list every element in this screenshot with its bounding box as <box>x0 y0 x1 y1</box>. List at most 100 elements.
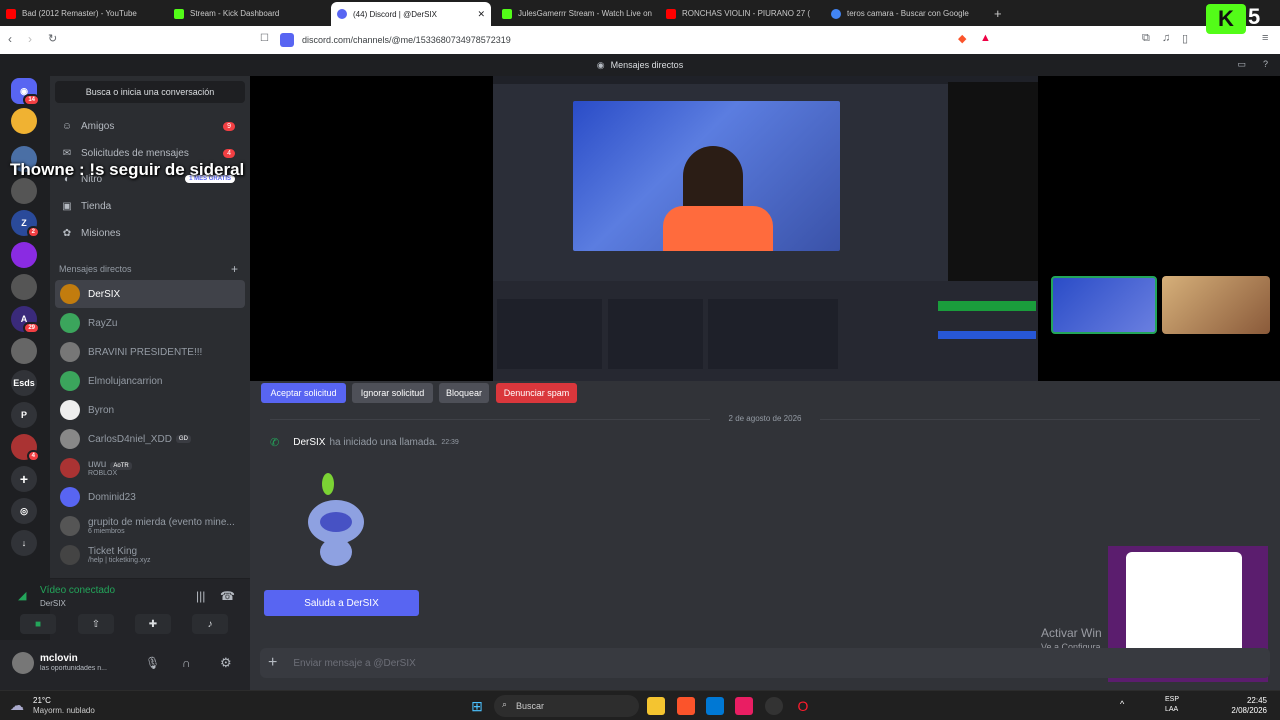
explore-icon[interactable]: ◎ <box>11 498 37 524</box>
nav-friends[interactable]: ☺ Amigos 9 <box>55 114 245 138</box>
media-icon[interactable]: ♫ <box>1162 32 1170 44</box>
app-icon[interactable] <box>735 697 753 715</box>
bookmark-icon[interactable]: ☐ <box>260 33 269 44</box>
avatar[interactable] <box>12 652 34 674</box>
outlook-icon[interactable] <box>706 697 724 715</box>
caller-name[interactable]: DerSIX <box>293 437 325 448</box>
brave-rewards-icon[interactable]: ▲ <box>980 32 991 44</box>
browser-tab[interactable]: teros camara - Buscar con Google <box>825 3 985 24</box>
avatar <box>60 313 80 333</box>
disconnect-icon[interactable]: ☎ <box>220 589 235 603</box>
avatar <box>60 516 80 536</box>
browser-tab[interactable]: RONCHAS VIOLIN - PIURANO 27 ( <box>660 3 820 24</box>
create-dm-icon[interactable]: + <box>231 262 238 276</box>
report-spam-button[interactable]: Denunciar spam <box>496 383 577 403</box>
microphone-icon[interactable]: 🎙 <box>145 656 160 670</box>
wave-button[interactable]: Saluda a DerSIX <box>264 590 419 616</box>
accept-request-button[interactable]: Aceptar solicitud <box>261 383 346 403</box>
dm-item[interactable]: BRAVINI PRESIDENTE!!! <box>55 338 245 366</box>
server-icon[interactable] <box>11 274 37 300</box>
forward-icon[interactable]: › <box>28 32 32 46</box>
obs-docks <box>493 281 1038 381</box>
dm-item[interactable]: Byron <box>55 396 245 424</box>
server-icon[interactable]: 4 <box>11 434 40 462</box>
browser-tab[interactable]: Stream - Kick Dashboard <box>168 3 328 24</box>
language-indicator[interactable]: LAA <box>1165 706 1178 713</box>
inbox-icon[interactable]: ▭ <box>1237 59 1246 70</box>
nav-shop[interactable]: ▣ Tienda <box>55 194 245 218</box>
avatar <box>60 284 80 304</box>
settings-icon[interactable]: ⚙ <box>220 655 232 671</box>
video-tile-dersix[interactable] <box>1162 276 1270 334</box>
webcam-preview <box>573 101 840 251</box>
kick-badge-count: 5 <box>1248 4 1261 29</box>
opera-icon[interactable]: O <box>794 697 812 715</box>
dm-item-dersix[interactable]: DerSIX <box>55 280 245 308</box>
dm-item-group[interactable]: grupito de mierda (evento mine... 6 miemb… <box>55 512 245 540</box>
help-icon[interactable]: ? <box>1263 59 1268 69</box>
ignore-request-button[interactable]: Ignorar solicitud <box>352 383 433 403</box>
search-conversation-button[interactable]: Busca o inicia una conversación <box>55 81 245 103</box>
server-icon[interactable]: Esds <box>11 370 37 396</box>
dm-item[interactable]: CarlosD4niel_XDD GD <box>55 425 245 453</box>
headphones-icon[interactable]: ∩ <box>182 656 191 670</box>
dm-item[interactable]: uwu AoTR ROBLOX <box>55 454 245 482</box>
menu-icon[interactable]: ≡ <box>1262 32 1268 44</box>
dm-item[interactable]: Elmolujancarrion <box>55 367 245 395</box>
sidebar-icon[interactable]: ▯ <box>1182 32 1188 45</box>
server-icon[interactable]: A 29 <box>11 306 40 334</box>
dm-item[interactable]: Dominid23 <box>55 483 245 511</box>
avatar <box>60 458 80 478</box>
windows-start-icon[interactable]: ⊞ <box>468 697 486 715</box>
brave-browser-icon[interactable] <box>677 697 695 715</box>
clock-date[interactable]: 2/08/2026 <box>1225 706 1267 715</box>
server-icon[interactable] <box>11 242 37 268</box>
tray-chevron-icon[interactable]: ^ <box>1120 699 1124 709</box>
dm-item[interactable]: Ticket King/help | ticketking.xyz <box>55 541 245 569</box>
call-system-message: ✆ DerSIX ha iniciado una llamada. 22:39 <box>270 437 459 449</box>
message-composer[interactable]: + Enviar mensaje a @DerSIX <box>260 648 1270 678</box>
reload-icon[interactable]: ↻ <box>48 32 57 45</box>
browser-tab-active[interactable]: (44) Discord | @DerSIX ✕ <box>331 2 491 26</box>
home-dm-button[interactable]: ◉ 14 <box>11 78 40 106</box>
obs-audio-mixer <box>708 299 838 369</box>
dm-item[interactable]: RayZu <box>55 309 245 337</box>
new-tab-button[interactable]: + <box>988 3 1008 24</box>
wumpus-body <box>320 538 352 566</box>
file-explorer-icon[interactable] <box>647 697 665 715</box>
block-button[interactable]: Bloquear <box>439 383 489 403</box>
back-icon[interactable]: ‹ <box>8 32 12 46</box>
extensions-icon[interactable]: ⧉ <box>1142 32 1150 45</box>
activities-button[interactable]: ✚ <box>135 614 171 634</box>
wumpus-face <box>320 512 352 532</box>
browser-tab[interactable]: Bad (2012 Remaster) - YouTube <box>0 3 165 24</box>
close-tab-icon[interactable]: ✕ <box>477 9 485 20</box>
camera-button[interactable]: ■ <box>20 614 56 634</box>
attach-plus-icon[interactable]: + <box>268 654 277 672</box>
noise-suppression-icon[interactable]: ||| <box>196 589 205 603</box>
download-icon[interactable]: ↓ <box>11 530 37 556</box>
server-icon[interactable]: P <box>11 402 37 428</box>
nav-missions[interactable]: ✿ Misiones <box>55 221 245 245</box>
username: mclovin <box>40 653 78 664</box>
url-input[interactable]: discord.com/channels/@me/153368073497857… <box>280 29 1000 51</box>
weather-temp: 21°C <box>33 696 51 705</box>
language-indicator[interactable]: ESP <box>1165 696 1179 703</box>
brave-shield-icon[interactable]: ◆ <box>958 32 966 45</box>
server-icon[interactable] <box>11 338 37 364</box>
add-server-icon[interactable]: + <box>11 466 37 492</box>
server-icon[interactable] <box>11 108 37 134</box>
soundboard-button[interactable]: ♪ <box>192 614 228 634</box>
obs-icon[interactable] <box>765 697 783 715</box>
server-icon[interactable]: Z2 <box>11 210 40 238</box>
clock-time[interactable]: 22:45 <box>1225 696 1267 705</box>
stream-viewer[interactable] <box>250 76 1280 381</box>
avatar <box>60 429 80 449</box>
browser-tab[interactable]: JulesGamerrr Stream - Watch Live on <box>496 3 656 24</box>
kick-chat-panel <box>948 82 1038 282</box>
composer-placeholder: Enviar mensaje a @DerSIX <box>293 657 416 669</box>
screen-share-button[interactable]: ⇧ <box>78 614 114 634</box>
taskbar-search[interactable]: ⌕ Buscar <box>494 695 639 717</box>
server-icon[interactable] <box>11 178 37 204</box>
video-tile-self[interactable] <box>1051 276 1157 334</box>
